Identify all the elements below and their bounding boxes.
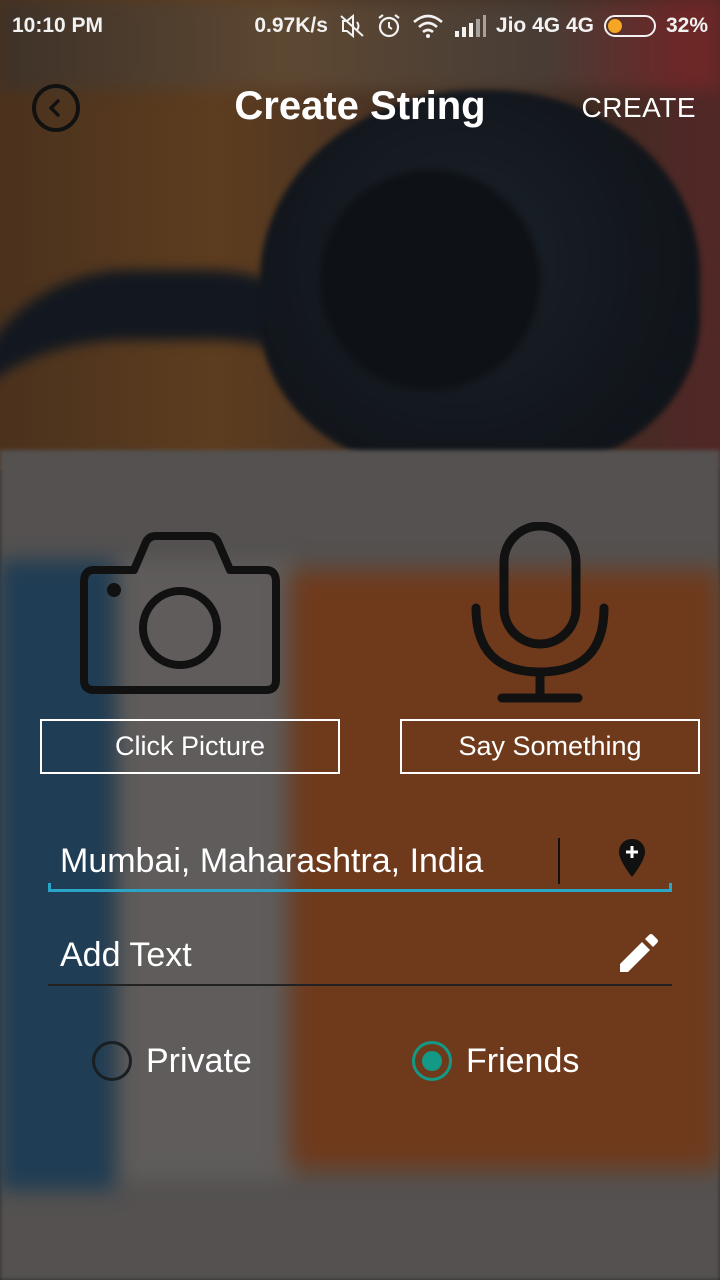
pencil-icon[interactable] [616,934,658,981]
location-input[interactable] [48,832,608,890]
click-picture-button[interactable]: Click Picture [40,719,340,774]
camera-icon[interactable] [80,530,280,700]
radio-friends[interactable]: Friends [412,1036,579,1086]
add-text-input[interactable] [48,926,608,984]
radio-button-unchecked[interactable] [92,1041,132,1081]
location-field [48,832,672,892]
create-button[interactable]: CREATE [582,92,697,124]
mute-icon [338,13,366,39]
status-bar: 10:10 PM 0.97K/s Jio 4G 4G 32% [0,0,720,52]
radio-private[interactable]: Private [92,1036,252,1086]
status-time: 10:10 PM [12,14,104,37]
alarm-icon [376,13,402,39]
say-something-button[interactable]: Say Something [400,719,700,774]
battery-percent: 32% [665,14,708,37]
microphone-icon[interactable] [470,521,610,709]
radio-private-label: Private [146,1041,252,1080]
battery-icon [603,15,656,37]
status-indicators: 0.97K/s Jio 4G 4G 32% [254,13,708,39]
network-speed: 0.97K/s [254,14,328,37]
location-pin-add-icon[interactable] [618,838,646,883]
signal-icon [454,15,486,37]
app-bar: Create String CREATE [0,60,720,156]
add-text-field [48,926,672,986]
battery-level [607,19,622,33]
radio-friends-label: Friends [466,1041,580,1080]
text-cursor [558,838,560,884]
carrier-label: Jio 4G 4G [495,14,594,37]
radio-button-checked[interactable] [412,1041,452,1081]
wifi-icon [412,14,444,38]
